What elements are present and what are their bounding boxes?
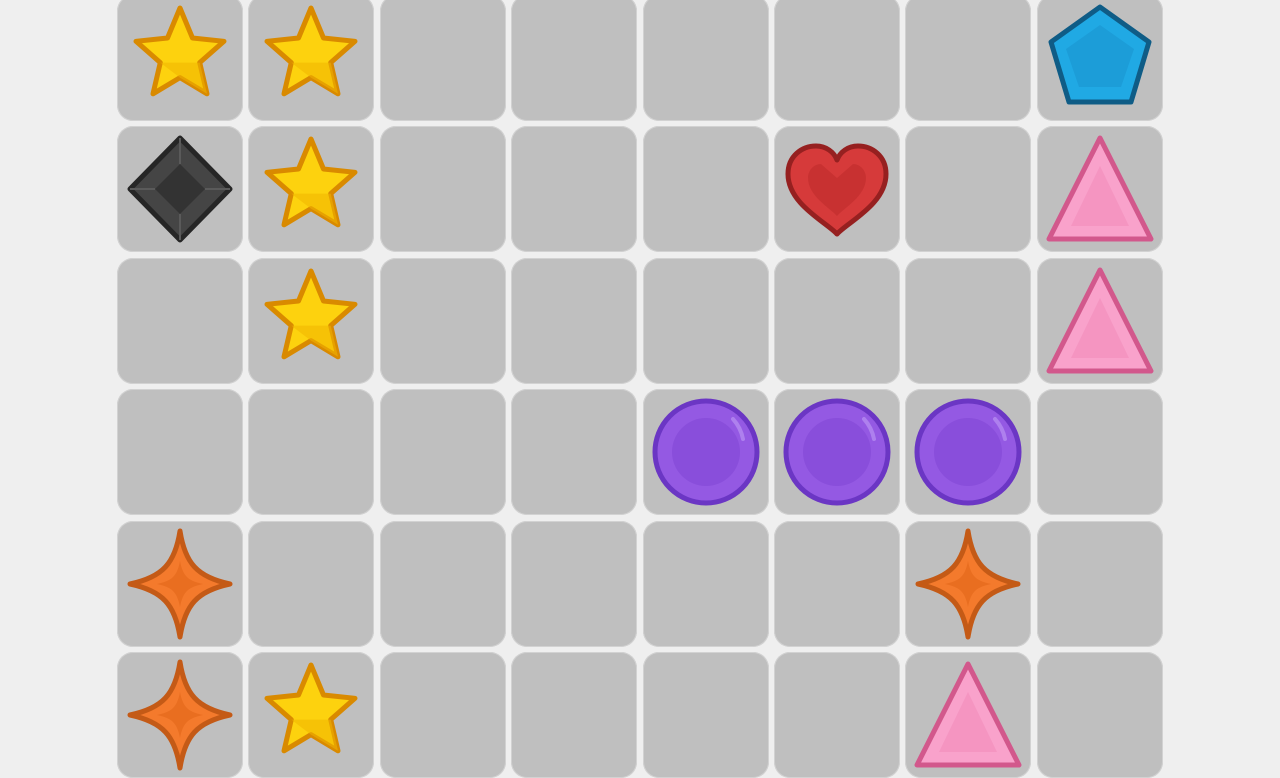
board-cell-r1-c6[interactable] — [774, 0, 900, 121]
board-cell-r4-c6[interactable] — [774, 389, 900, 515]
board-cell-r6-c5[interactable] — [643, 652, 769, 778]
sparkle-icon — [127, 659, 233, 771]
board-cell-r2-c5[interactable] — [643, 126, 769, 252]
board-cell-r3-c2[interactable] — [248, 258, 374, 384]
board-cell-r1-c5[interactable] — [643, 0, 769, 121]
board-cell-r6-c2[interactable] — [248, 652, 374, 778]
heart-icon — [785, 143, 889, 237]
board-cell-r4-c5[interactable] — [643, 389, 769, 515]
star-icon — [264, 662, 358, 754]
board-cell-r5-c5[interactable] — [643, 521, 769, 647]
board-cell-r6-c4[interactable] — [511, 652, 637, 778]
triangle-icon — [914, 661, 1022, 768]
pentagon-icon — [1048, 4, 1152, 105]
board-cell-r6-c7[interactable] — [905, 652, 1031, 778]
board-cell-r3-c3[interactable] — [380, 258, 506, 384]
board-cell-r3-c4[interactable] — [511, 258, 637, 384]
board-cell-r5-c6[interactable] — [774, 521, 900, 647]
board-cell-r5-c7[interactable] — [905, 521, 1031, 647]
board-cell-r5-c3[interactable] — [380, 521, 506, 647]
circle-icon — [783, 398, 891, 506]
board-cell-r6-c1[interactable] — [117, 652, 243, 778]
board-cell-r2-c4[interactable] — [511, 126, 637, 252]
sparkle-icon — [127, 528, 233, 640]
board-cell-r4-c2[interactable] — [248, 389, 374, 515]
board-cell-r2-c6[interactable] — [774, 126, 900, 252]
star-icon — [264, 268, 358, 360]
board-cell-r4-c4[interactable] — [511, 389, 637, 515]
triangle-icon — [1046, 267, 1154, 374]
board-cell-r1-c8[interactable] — [1037, 0, 1163, 121]
circle-icon — [652, 398, 760, 506]
board-cell-r4-c7[interactable] — [905, 389, 1031, 515]
board-cell-r2-c7[interactable] — [905, 126, 1031, 252]
board-cell-r5-c2[interactable] — [248, 521, 374, 647]
diamond-icon — [127, 135, 233, 243]
board-cell-r1-c4[interactable] — [511, 0, 637, 121]
board-cell-r4-c1[interactable] — [117, 389, 243, 515]
board-cell-r1-c1[interactable] — [117, 0, 243, 121]
board-cell-r1-c7[interactable] — [905, 0, 1031, 121]
board-cell-r5-c4[interactable] — [511, 521, 637, 647]
game-board — [0, 0, 1280, 778]
board-cell-r1-c2[interactable] — [248, 0, 374, 121]
star-icon — [264, 136, 358, 228]
triangle-icon — [1046, 135, 1154, 242]
board-cell-r4-c3[interactable] — [380, 389, 506, 515]
board-cell-r6-c6[interactable] — [774, 652, 900, 778]
board-cell-r2-c8[interactable] — [1037, 126, 1163, 252]
board-cell-r6-c8[interactable] — [1037, 652, 1163, 778]
board-cell-r3-c7[interactable] — [905, 258, 1031, 384]
board-cell-r5-c1[interactable] — [117, 521, 243, 647]
board-cell-r2-c1[interactable] — [117, 126, 243, 252]
board-cell-r4-c8[interactable] — [1037, 389, 1163, 515]
board-cell-r2-c2[interactable] — [248, 126, 374, 252]
board-cell-r2-c3[interactable] — [380, 126, 506, 252]
board-cell-r3-c6[interactable] — [774, 258, 900, 384]
board-cell-r5-c8[interactable] — [1037, 521, 1163, 647]
star-icon — [264, 5, 358, 97]
star-icon — [133, 5, 227, 97]
board-cell-r3-c1[interactable] — [117, 258, 243, 384]
board-cell-r1-c3[interactable] — [380, 0, 506, 121]
board-cell-r3-c8[interactable] — [1037, 258, 1163, 384]
sparkle-icon — [915, 528, 1021, 640]
circle-icon — [914, 398, 1022, 506]
board-cell-r6-c3[interactable] — [380, 652, 506, 778]
board-cell-r3-c5[interactable] — [643, 258, 769, 384]
